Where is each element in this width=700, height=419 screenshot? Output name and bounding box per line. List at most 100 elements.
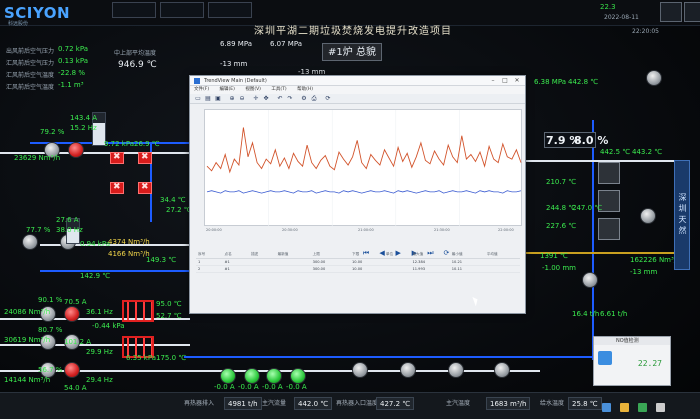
cell [383,265,411,273]
damper-3-icon[interactable] [110,182,124,194]
cell [249,258,276,266]
maximize-icon[interactable]: □ [499,77,511,85]
trend-series-1 [206,127,522,174]
trend-window[interactable]: TrendView Main (Default) – □ ✕ 文件(F) 编辑(… [189,75,526,314]
feed-pump-1-icon[interactable] [352,362,368,378]
left-row-1-value: 0.72 kPa [58,45,89,53]
lower-row-3-pct: 56.7 % [38,366,63,374]
save-icon[interactable]: ▣ [214,95,222,103]
nox-popup-title: NO值检测 [594,337,670,345]
menu-tools[interactable]: 工具(T) [271,87,286,92]
rp-v5: 247.0 ℃ [572,204,603,212]
nav-pill-1[interactable] [112,2,156,18]
minimize-icon[interactable]: – [487,77,499,85]
open-icon[interactable]: ▤ [204,95,212,103]
pv-9: 77.7 % [26,226,51,234]
x-label-2: 20:30:00 [282,228,298,232]
pv-11: 4374 Nm³/h [108,238,150,246]
top-value-5: 22.3 [600,3,616,11]
redo-icon[interactable]: ↷ [286,95,294,103]
tray-app-icon[interactable] [602,403,611,412]
table-row[interactable]: 1 #1 300.00 10.00 12.384 10.21 [196,258,520,266]
right-fan-3-icon[interactable] [582,272,598,288]
bb-value-3: 427.2 ℃ [376,397,415,410]
pump-d-icon[interactable] [290,368,306,384]
lower-row-3-a: 54.0 A [64,384,87,392]
close-icon[interactable]: ✕ [511,77,523,85]
lower-fan-1-motor-icon[interactable] [64,306,80,322]
upper-temp-value: 946.9 ℃ [118,60,157,70]
trend-series-2 [206,190,522,194]
print-icon[interactable]: ⎙ [310,95,318,103]
menu-view[interactable]: 视图(V) [245,87,261,92]
lower-row-2-pct: 80.7 % [38,326,63,334]
menu-button[interactable] [684,2,700,22]
damper-2-icon[interactable] [138,152,152,164]
zoom-in-icon[interactable]: ⊕ [228,95,236,103]
trend-window-title: TrendView Main (Default) [190,76,525,86]
pv-2: 23629 Nm³/h [14,154,61,162]
refresh-icon[interactable]: ⟳ [324,95,332,103]
menu-help[interactable]: 帮助(H) [297,87,313,92]
nav-pill-3[interactable] [208,2,252,18]
pump-d-current: -0.0 A [286,383,307,391]
feed-pump-2-icon[interactable] [400,362,416,378]
right-fan-1-icon[interactable] [646,70,662,86]
left-row-2-label: 汇风前后空气压力 [6,60,55,67]
top-value-1: 6.89 MPa [220,40,253,48]
cell [383,258,411,266]
cursor-icon[interactable]: ✛ [252,95,260,103]
tray-network-icon[interactable] [638,403,648,412]
alarm-button[interactable] [660,2,682,22]
nav-pill-2[interactable] [160,2,204,18]
trend-plot[interactable] [204,109,522,227]
side-banner[interactable]: 深圳天然 [674,160,690,270]
furnace-title[interactable]: #1炉 总貌 [322,43,382,61]
right-box-3[interactable] [598,218,620,240]
damper-1-icon[interactable] [110,152,124,164]
right-box-1[interactable] [598,162,620,184]
pump-b-icon[interactable] [244,368,260,384]
pan-icon[interactable]: ✥ [262,95,270,103]
bb-value-1: 4981 t/h [224,397,262,410]
menu-edit[interactable]: 编辑(E) [220,87,235,92]
pv-12: 4166 Nm³/h [108,250,150,258]
rp-v11: -1.00 mm [542,264,576,272]
monitor-icon [598,351,612,365]
x-label-3: 21:00:00 [358,228,374,232]
left-row-4-value: -1.1 m³ [58,81,84,89]
bb-label-2: 主汽流量 [262,400,287,407]
pv-14: 149.3 ℃ [146,256,177,264]
zoom-out-icon[interactable]: ⊖ [238,95,246,103]
feed-pump-3-icon[interactable] [448,362,464,378]
pump-c-icon[interactable] [266,368,282,384]
x-label-1: 20:00:00 [206,228,222,232]
bb-value-2: 442.0 ℃ [294,397,333,410]
pv-4: 26.9 ℃ [134,140,160,148]
nox-popup[interactable]: NO值检测 22.27 [593,336,671,386]
dp-value: -0.44 kPa [92,322,125,330]
tray-folder-icon[interactable] [620,403,630,412]
trend-nav: ⏮ ◀ ▶ ▶ ⏭ ⟳ [362,240,453,257]
new-icon[interactable]: ▭ [194,95,202,103]
pv-1: 79.2 % [40,128,65,136]
lower-fan-3-motor-icon[interactable] [64,362,80,378]
settings-icon[interactable]: ⚙ [300,95,308,103]
table-row[interactable]: 2 #1 300.00 10.00 11.993 10.11 [196,265,520,273]
x-label-5: 22:00:00 [498,228,514,232]
rp-v6: 227.6 ℃ [546,222,577,230]
pump-a-icon[interactable] [220,368,236,384]
damper-4-icon[interactable] [138,182,152,194]
tray-volume-icon[interactable] [656,403,666,412]
right-fan-2-icon[interactable] [640,208,656,224]
pv-7: 27.6 A [56,216,79,224]
undo-icon[interactable]: ↶ [276,95,284,103]
menu-file[interactable]: 文件(F) [194,87,209,92]
left-row-1-label: 出风前后空气压力 [6,48,55,55]
primary-fan-motor-icon[interactable] [68,142,84,158]
header-time: 22:20:05 [632,28,659,35]
cell [484,265,520,273]
secondary-fan-icon[interactable] [22,234,38,250]
rp-v1: 442.5 ℃ [600,148,631,156]
feed-pump-4-icon[interactable] [494,362,510,378]
